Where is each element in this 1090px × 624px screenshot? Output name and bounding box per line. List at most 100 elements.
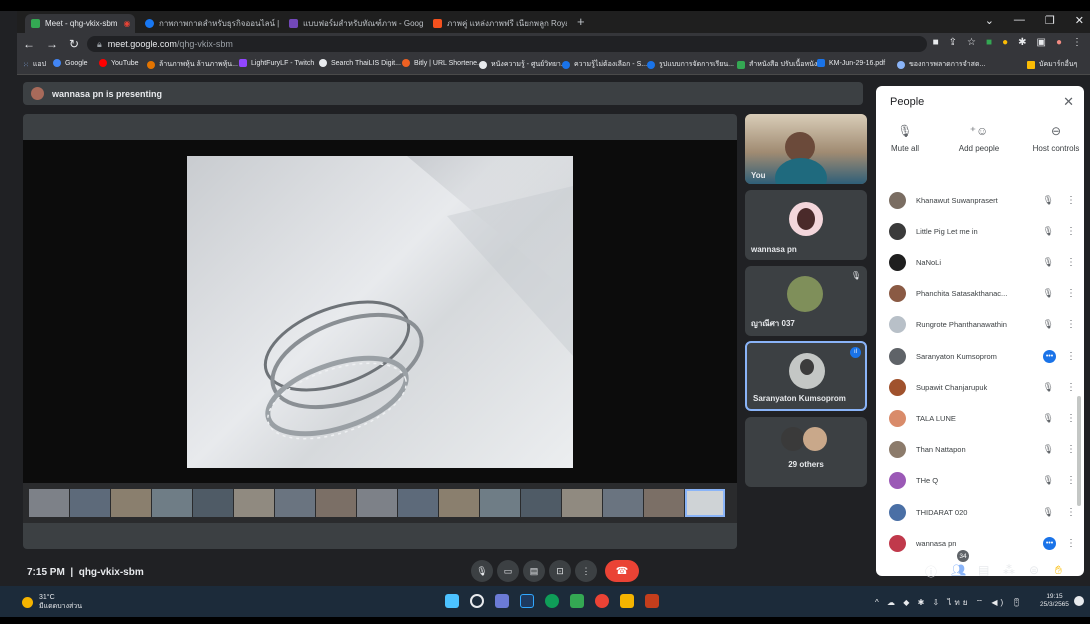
more-options-button[interactable]: ⋮ (575, 560, 597, 582)
participant-row[interactable]: Rungrote Phanthanawathin 🎙︎ ⋮ (876, 309, 1076, 341)
bookmark-star-icon[interactable]: ☆ (967, 37, 976, 48)
present-button[interactable]: ⊡ (549, 560, 571, 582)
host-controls-button[interactable]: ⊖ Host controls (1021, 124, 1084, 153)
slide-thumbnail[interactable] (398, 489, 438, 517)
mic-off-icon[interactable]: 🎙︎ (1040, 288, 1056, 299)
extensions-puzzle-icon[interactable]: ✱ (1018, 37, 1026, 48)
chrome-icon[interactable] (595, 594, 609, 608)
bookmark-item[interactable]: หนังความรู้ - ศูนย์วิทยา... (479, 59, 567, 70)
tile-wannasa[interactable]: wannasa pn (745, 190, 867, 260)
tab-facebook[interactable]: กาพกาพกาดสำหรับธุรกิจออนไลน์ | Fac ✕ (139, 14, 279, 33)
close-panel-icon[interactable]: ✕ (1063, 94, 1074, 110)
mic-off-icon[interactable]: 🎙︎ (1040, 382, 1056, 393)
mic-off-icon[interactable]: 🎙︎ (1040, 413, 1056, 424)
file-explorer-icon[interactable] (620, 594, 634, 608)
slide-thumbnail[interactable] (70, 489, 110, 517)
participant-row[interactable]: NaNoLi 🎙︎ ⋮ (876, 246, 1076, 278)
bookmark-twitch[interactable]: LightFuryLF - Twitch (239, 59, 314, 67)
search-icon[interactable] (470, 594, 484, 608)
reload-button[interactable]: ↻ (69, 37, 79, 51)
add-people-button[interactable]: ⁺☺ Add people (944, 124, 1014, 153)
participant-row[interactable]: Than Nattapon 🎙︎ ⋮ (876, 434, 1076, 466)
chat-icon[interactable]: ▤ (978, 563, 989, 577)
more-vert-icon[interactable]: ⋮ (1066, 413, 1076, 424)
tile-saranyaton[interactable]: ıl Saranyaton Kumsoprom (745, 341, 867, 411)
slide-thumbnail[interactable] (193, 489, 233, 517)
more-vert-icon[interactable]: ⋮ (1066, 382, 1076, 393)
leave-call-button[interactable]: ☎︎ (605, 560, 639, 582)
slide-thumbnail[interactable] (603, 489, 643, 517)
speaking-indicator-icon[interactable]: ••• (1043, 349, 1056, 363)
more-vert-icon[interactable]: ⋮ (1066, 351, 1076, 362)
slide-thumbnail[interactable] (316, 489, 356, 517)
start-icon[interactable] (445, 594, 459, 608)
slide-thumbnail[interactable] (234, 489, 274, 517)
host-controls-icon[interactable]: ⊜ (1029, 563, 1039, 577)
bookmark-youtube[interactable]: YouTube (99, 59, 139, 67)
mic-off-icon[interactable]: 🎙︎ (1040, 444, 1056, 455)
share-icon[interactable]: ⇪ (949, 37, 957, 48)
sidepanel-icon[interactable]: ▣ (1037, 37, 1046, 48)
more-vert-icon[interactable]: ⋮ (1066, 538, 1076, 549)
system-tray[interactable]: ^ ☁ ◆ ✱ ⇩ ไทย ⌔ ◀︎) 🔋︎ (875, 596, 1025, 609)
captions-button[interactable]: ▤ (523, 560, 545, 582)
tab-meet[interactable]: Meet - qhg-vkix-sbm ◉ ✕ (25, 14, 135, 33)
powerpoint-icon[interactable] (645, 594, 659, 608)
bookmark-item[interactable]: สำหนังสือ ปรับเนื้อหนัง... (737, 59, 823, 70)
edge-icon[interactable] (545, 594, 559, 608)
bookmark-item[interactable]: ล้านภาพหุ้น ล้านภาพหุ้น... (147, 59, 238, 70)
extension-green-icon[interactable]: ■ (986, 37, 992, 48)
raise-hand-icon[interactable]: ✋︎ (1055, 563, 1062, 578)
camera-indicator-icon[interactable]: ■ (933, 37, 939, 48)
tab-google-forms[interactable]: แบบฟอร์มสำหรับทัณฑ์ภาพ - Google ร ✕ (283, 14, 423, 33)
new-tab-button[interactable]: + (577, 14, 585, 29)
people-icon[interactable]: 👥︎ (951, 563, 966, 577)
maximize-button[interactable]: ❐ (1045, 14, 1055, 27)
address-bar[interactable]: 🔒︎ meet.google.com/qhg-vkix-sbm (87, 36, 927, 52)
slide-thumbnail[interactable] (275, 489, 315, 517)
teams-icon[interactable] (495, 594, 509, 608)
weather-widget[interactable]: 31°C มีแดดบางส่วน (22, 593, 82, 611)
mic-off-icon[interactable]: 🎙︎ (1040, 507, 1056, 518)
more-vert-icon[interactable]: ⋮ (1066, 257, 1076, 268)
close-tab-icon[interactable]: ✕ (130, 18, 135, 29)
participant-row[interactable]: Supawit Chanjarupuk 🎙︎ ⋮ (876, 371, 1076, 403)
tile-self[interactable]: You (745, 114, 867, 184)
meeting-details-icon[interactable]: ⓘ (925, 563, 937, 580)
more-vert-icon[interactable]: ⋮ (1066, 288, 1076, 299)
slide-thumbnail[interactable] (562, 489, 602, 517)
tile-others[interactable]: 29 others (745, 417, 867, 487)
participant-row[interactable]: Khanawut Suwanprasert 🎙︎ ⋮ (876, 184, 1076, 216)
mic-off-icon[interactable]: 🎙︎ (1040, 257, 1056, 268)
bookmark-apps[interactable]: ⁙ แอป (23, 59, 46, 70)
slide-thumbnail[interactable] (152, 489, 192, 517)
more-vert-icon[interactable]: ⋮ (1066, 319, 1076, 330)
tab-search-icon[interactable]: ⌄ (985, 14, 994, 27)
mic-off-icon[interactable]: 🎙︎ (1040, 319, 1056, 330)
speaking-indicator-icon[interactable]: ••• (1043, 536, 1056, 550)
menu-kebab-icon[interactable]: ⋮ (1072, 37, 1082, 48)
slide-thumbnail[interactable] (521, 489, 561, 517)
slide-thumbnail[interactable] (685, 489, 725, 517)
participant-row[interactable]: wannasa pn ••• ⋮ (876, 527, 1076, 559)
participant-row[interactable]: Little Pig Let me in 🎙︎ ⋮ (876, 215, 1076, 247)
more-vert-icon[interactable]: ⋮ (1066, 195, 1076, 206)
tab-royalty-free[interactable]: ภาพคู่ แหล่งภาพฟรี เนียกพลูก Royal ✕ (427, 14, 567, 33)
mute-all-button[interactable]: 🎙︎ Mute all (876, 124, 940, 153)
more-vert-icon[interactable]: ⋮ (1066, 444, 1076, 455)
bookmark-google[interactable]: Google (53, 59, 88, 67)
bookmark-thailis[interactable]: Search ThaiLIS Digit... (319, 59, 401, 67)
participant-row[interactable]: THIDARAT 020 🎙︎ ⋮ (876, 496, 1076, 528)
participant-row[interactable]: TALA LUNE 🎙︎ ⋮ (876, 402, 1076, 434)
bookmark-other[interactable]: บัคมาร์กอื่นๆ (1027, 59, 1077, 70)
meet-app-icon[interactable] (570, 594, 584, 608)
slide-thumbnail[interactable] (439, 489, 479, 517)
tile-participant-037[interactable]: 🎙︎ ญาณีศา 037 (745, 266, 867, 336)
more-vert-icon[interactable]: ⋮ (1066, 507, 1076, 518)
forward-button[interactable]: → (46, 37, 58, 51)
bookmark-pdf[interactable]: KM-Jun-29-16.pdf (817, 59, 885, 67)
photoshop-icon[interactable] (520, 594, 534, 608)
mic-button[interactable]: 🎙︎ (471, 560, 493, 582)
panel-scrollbar[interactable] (1077, 396, 1081, 506)
activities-icon[interactable]: ⁂ (1003, 563, 1015, 577)
